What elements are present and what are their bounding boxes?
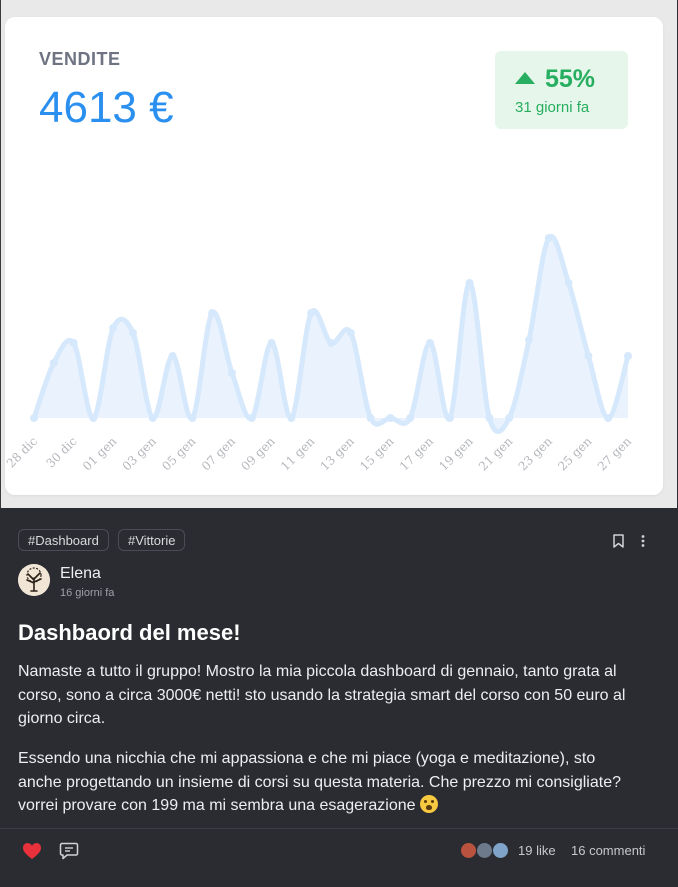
data-point	[307, 309, 316, 317]
sales-chart: 28 dic 30 dic 01 gen 03 gen 05 gen 07 gen 09 g…	[5, 233, 635, 474]
data-point	[168, 352, 177, 360]
liker-avatar	[460, 842, 477, 859]
data-point	[346, 329, 355, 337]
comment-icon[interactable]	[59, 842, 79, 865]
x-tick-label: 17 gen	[397, 434, 437, 474]
data-point	[366, 414, 375, 422]
data-point	[69, 339, 78, 347]
post-time: 16 giorni fa	[60, 587, 115, 599]
data-point	[327, 339, 335, 347]
data-point	[129, 329, 137, 337]
x-tick-label: 25 gen	[555, 434, 595, 474]
data-point	[465, 279, 474, 287]
dashboard-screenshot: VENDITE 4613 € 55% 31 giorni fa 28 dic 30…	[0, 0, 677, 508]
data-point	[604, 414, 613, 422]
data-point	[148, 414, 157, 422]
data-point	[485, 414, 494, 422]
post-title: Dashbaord del mese!	[18, 620, 241, 645]
tag-vittorie[interactable]: #Vittorie	[118, 529, 186, 551]
comments-count[interactable]: 16 commenti	[571, 843, 645, 858]
x-tick-label: 05 gen	[159, 434, 199, 474]
post-card: #Dashboard #Vittorie Elena 16 giorni fa …	[0, 508, 678, 887]
data-point	[49, 359, 58, 367]
bookmark-icon[interactable]	[612, 534, 625, 553]
data-point	[228, 369, 236, 377]
data-point	[584, 352, 593, 360]
data-point	[564, 279, 573, 287]
data-point	[30, 414, 38, 422]
emoji-icon	[420, 795, 438, 813]
x-tick-label: 15 gen	[357, 434, 397, 474]
data-point	[406, 414, 415, 422]
liker-avatar	[492, 842, 509, 859]
sales-card: VENDITE 4613 € 55% 31 giorni fa 28 dic 30…	[5, 17, 663, 495]
data-point	[188, 414, 197, 422]
x-tick-label: 27 gen	[595, 434, 635, 474]
data-point	[544, 234, 553, 242]
post-paragraph-1: Namaste a tutto il gruppo! Mostro la mia…	[18, 663, 626, 727]
liker-avatar	[476, 842, 493, 859]
more-vertical-icon[interactable]	[640, 534, 646, 553]
x-tick-label: 11 gen	[278, 434, 318, 474]
data-point	[208, 309, 217, 317]
data-point	[445, 414, 454, 422]
x-tick-label: 28 dic	[5, 434, 40, 470]
data-point	[247, 414, 256, 422]
avatar[interactable]	[18, 564, 50, 596]
heart-icon[interactable]	[22, 842, 42, 865]
data-point	[89, 414, 98, 422]
data-point	[109, 324, 118, 332]
data-point	[287, 414, 296, 422]
data-point	[525, 336, 533, 344]
data-point	[267, 339, 276, 347]
x-tick-label: 30 dic	[43, 434, 79, 470]
post-paragraph-2: Essendo una nicchia che mi appassiona e …	[18, 750, 621, 814]
data-point	[386, 414, 395, 422]
x-tick-label: 03 gen	[120, 434, 160, 474]
author-name[interactable]: Elena	[60, 565, 101, 583]
data-point	[426, 339, 434, 347]
divider	[0, 828, 678, 829]
x-tick-label: 09 gen	[238, 434, 278, 474]
series-area	[34, 236, 628, 432]
data-point	[624, 352, 632, 360]
tag-dashboard[interactable]: #Dashboard	[18, 529, 109, 551]
x-tick-label: 07 gen	[199, 434, 239, 474]
x-tick-label: 01 gen	[80, 434, 120, 474]
x-tick-label: 13 gen	[318, 434, 358, 474]
x-tick-label: 23 gen	[516, 434, 556, 474]
data-point	[505, 414, 514, 422]
likes-count[interactable]: 19 like	[518, 843, 556, 858]
x-tick-label: 19 gen	[436, 434, 476, 474]
x-tick-label: 21 gen	[476, 434, 516, 474]
